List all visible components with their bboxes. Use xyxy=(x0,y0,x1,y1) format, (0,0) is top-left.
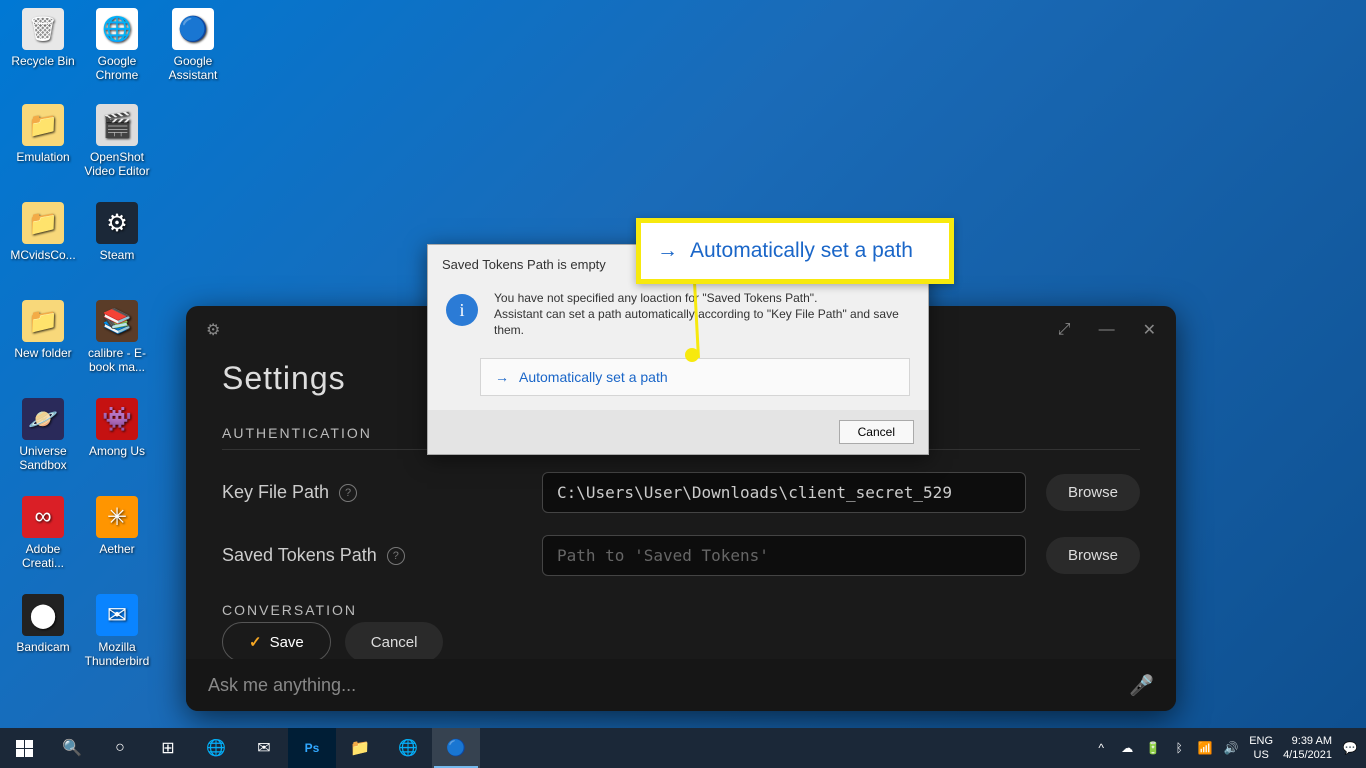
close-icon[interactable]: ✕ xyxy=(1143,320,1156,340)
ask-bar[interactable]: Ask me anything... 🎤 xyxy=(186,659,1176,711)
tray-onedrive-icon[interactable]: ☁ xyxy=(1119,741,1135,755)
automatically-set-path-link[interactable]: → Automatically set a path xyxy=(480,358,910,396)
tray-clock[interactable]: 9:39 AM4/15/2021 xyxy=(1283,734,1332,762)
check-icon: ✓ xyxy=(249,633,262,651)
desktop-icon-google-chrome[interactable]: 🌐Google Chrome xyxy=(80,6,154,84)
taskbar-app-explorer[interactable]: 📁 xyxy=(336,728,384,768)
mic-icon[interactable]: 🎤 xyxy=(1129,673,1154,698)
desktop-icon-mozilla-thunderbird[interactable]: ✉Mozilla Thunderbird xyxy=(80,592,154,670)
tray-language[interactable]: ENGUS xyxy=(1249,734,1273,762)
taskbar-app-mail[interactable]: ✉ xyxy=(240,728,288,768)
tray-battery-icon[interactable]: 🔋 xyxy=(1145,741,1161,755)
action-bar: ✓Save Cancel xyxy=(222,622,1140,662)
start-button[interactable] xyxy=(0,728,48,768)
desktop-icon-steam[interactable]: ⚙Steam xyxy=(80,200,154,264)
saved-tokens-path-row: Saved Tokens Path ? Browse xyxy=(222,535,1140,576)
minimize-icon[interactable]: — xyxy=(1099,321,1115,339)
callout-highlight: → Automatically set a path xyxy=(636,218,954,284)
key-file-path-row: Key File Path ? Browse xyxy=(222,472,1140,513)
desktop-icon-adobe-creati-[interactable]: ∞Adobe Creati... xyxy=(6,494,80,572)
callout-dot xyxy=(685,348,699,362)
key-file-path-label: Key File Path ? xyxy=(222,482,522,503)
taskbar: 🔍 ○ ⊞ 🌐 ✉ Ps 📁 🌐 🔵 ^ ☁ 🔋 ᛒ 📶 🔊 ENGUS 9:3… xyxy=(0,728,1366,768)
arrow-right-icon: → xyxy=(657,239,678,263)
saved-tokens-path-label: Saved Tokens Path ? xyxy=(222,545,522,566)
desktop-icon-google-assistant[interactable]: 🔵Google Assistant xyxy=(156,6,230,84)
desktop-icon-aether[interactable]: ✳Aether xyxy=(80,494,154,558)
tray-bluetooth-icon[interactable]: ᛒ xyxy=(1171,741,1187,755)
desktop-icon-new-folder[interactable]: 📁New folder xyxy=(6,298,80,362)
dialog-cancel-button[interactable]: Cancel xyxy=(839,420,914,444)
browse-key-file-button[interactable]: Browse xyxy=(1046,474,1140,511)
gear-icon[interactable]: ⚙ xyxy=(206,320,220,340)
saved-tokens-path-input[interactable] xyxy=(542,535,1026,576)
ask-placeholder: Ask me anything... xyxy=(208,675,1129,696)
browse-tokens-button[interactable]: Browse xyxy=(1046,537,1140,574)
help-icon[interactable]: ? xyxy=(339,484,357,502)
tray-volume-icon[interactable]: 🔊 xyxy=(1223,741,1239,755)
maximize-icon[interactable]: ⤢ xyxy=(1058,321,1071,339)
tray-chevron-icon[interactable]: ^ xyxy=(1093,741,1109,755)
cancel-button[interactable]: Cancel xyxy=(345,622,444,662)
desktop-icon-calibre-e-book-ma-[interactable]: 📚calibre - E-book ma... xyxy=(80,298,154,376)
taskbar-app-photoshop[interactable]: Ps xyxy=(288,728,336,768)
desktop-icon-among-us[interactable]: 👾Among Us xyxy=(80,396,154,460)
taskbar-app-assistant[interactable]: 🔵 xyxy=(432,728,480,768)
desktop-icon-mcvidsco-[interactable]: 📁MCvidsCo... xyxy=(6,200,80,264)
cortana-button[interactable]: ○ xyxy=(96,728,144,768)
search-button[interactable]: 🔍 xyxy=(48,728,96,768)
desktop-icon-openshot-video-editor[interactable]: 🎬OpenShot Video Editor xyxy=(80,102,154,180)
tray-notifications-icon[interactable]: 💬 xyxy=(1342,741,1358,755)
save-button[interactable]: ✓Save xyxy=(222,622,331,662)
desktop-icon-bandicam[interactable]: ⬤Bandicam xyxy=(6,592,80,656)
desktop-icon-universe-sandbox[interactable]: 🪐Universe Sandbox xyxy=(6,396,80,474)
task-view-button[interactable]: ⊞ xyxy=(144,728,192,768)
taskbar-app-edge[interactable]: 🌐 xyxy=(192,728,240,768)
desktop-icon-emulation[interactable]: 📁Emulation xyxy=(6,102,80,166)
taskbar-app-chrome[interactable]: 🌐 xyxy=(384,728,432,768)
dialog-message: You have not specified any loaction for … xyxy=(494,290,910,338)
info-icon: i xyxy=(446,294,478,326)
desktop-icon-recycle-bin[interactable]: 🗑Recycle Bin xyxy=(6,6,80,70)
key-file-path-input[interactable] xyxy=(542,472,1026,513)
tray-wifi-icon[interactable]: 📶 xyxy=(1197,741,1213,755)
arrow-right-icon: → xyxy=(495,369,509,385)
help-icon[interactable]: ? xyxy=(387,547,405,565)
